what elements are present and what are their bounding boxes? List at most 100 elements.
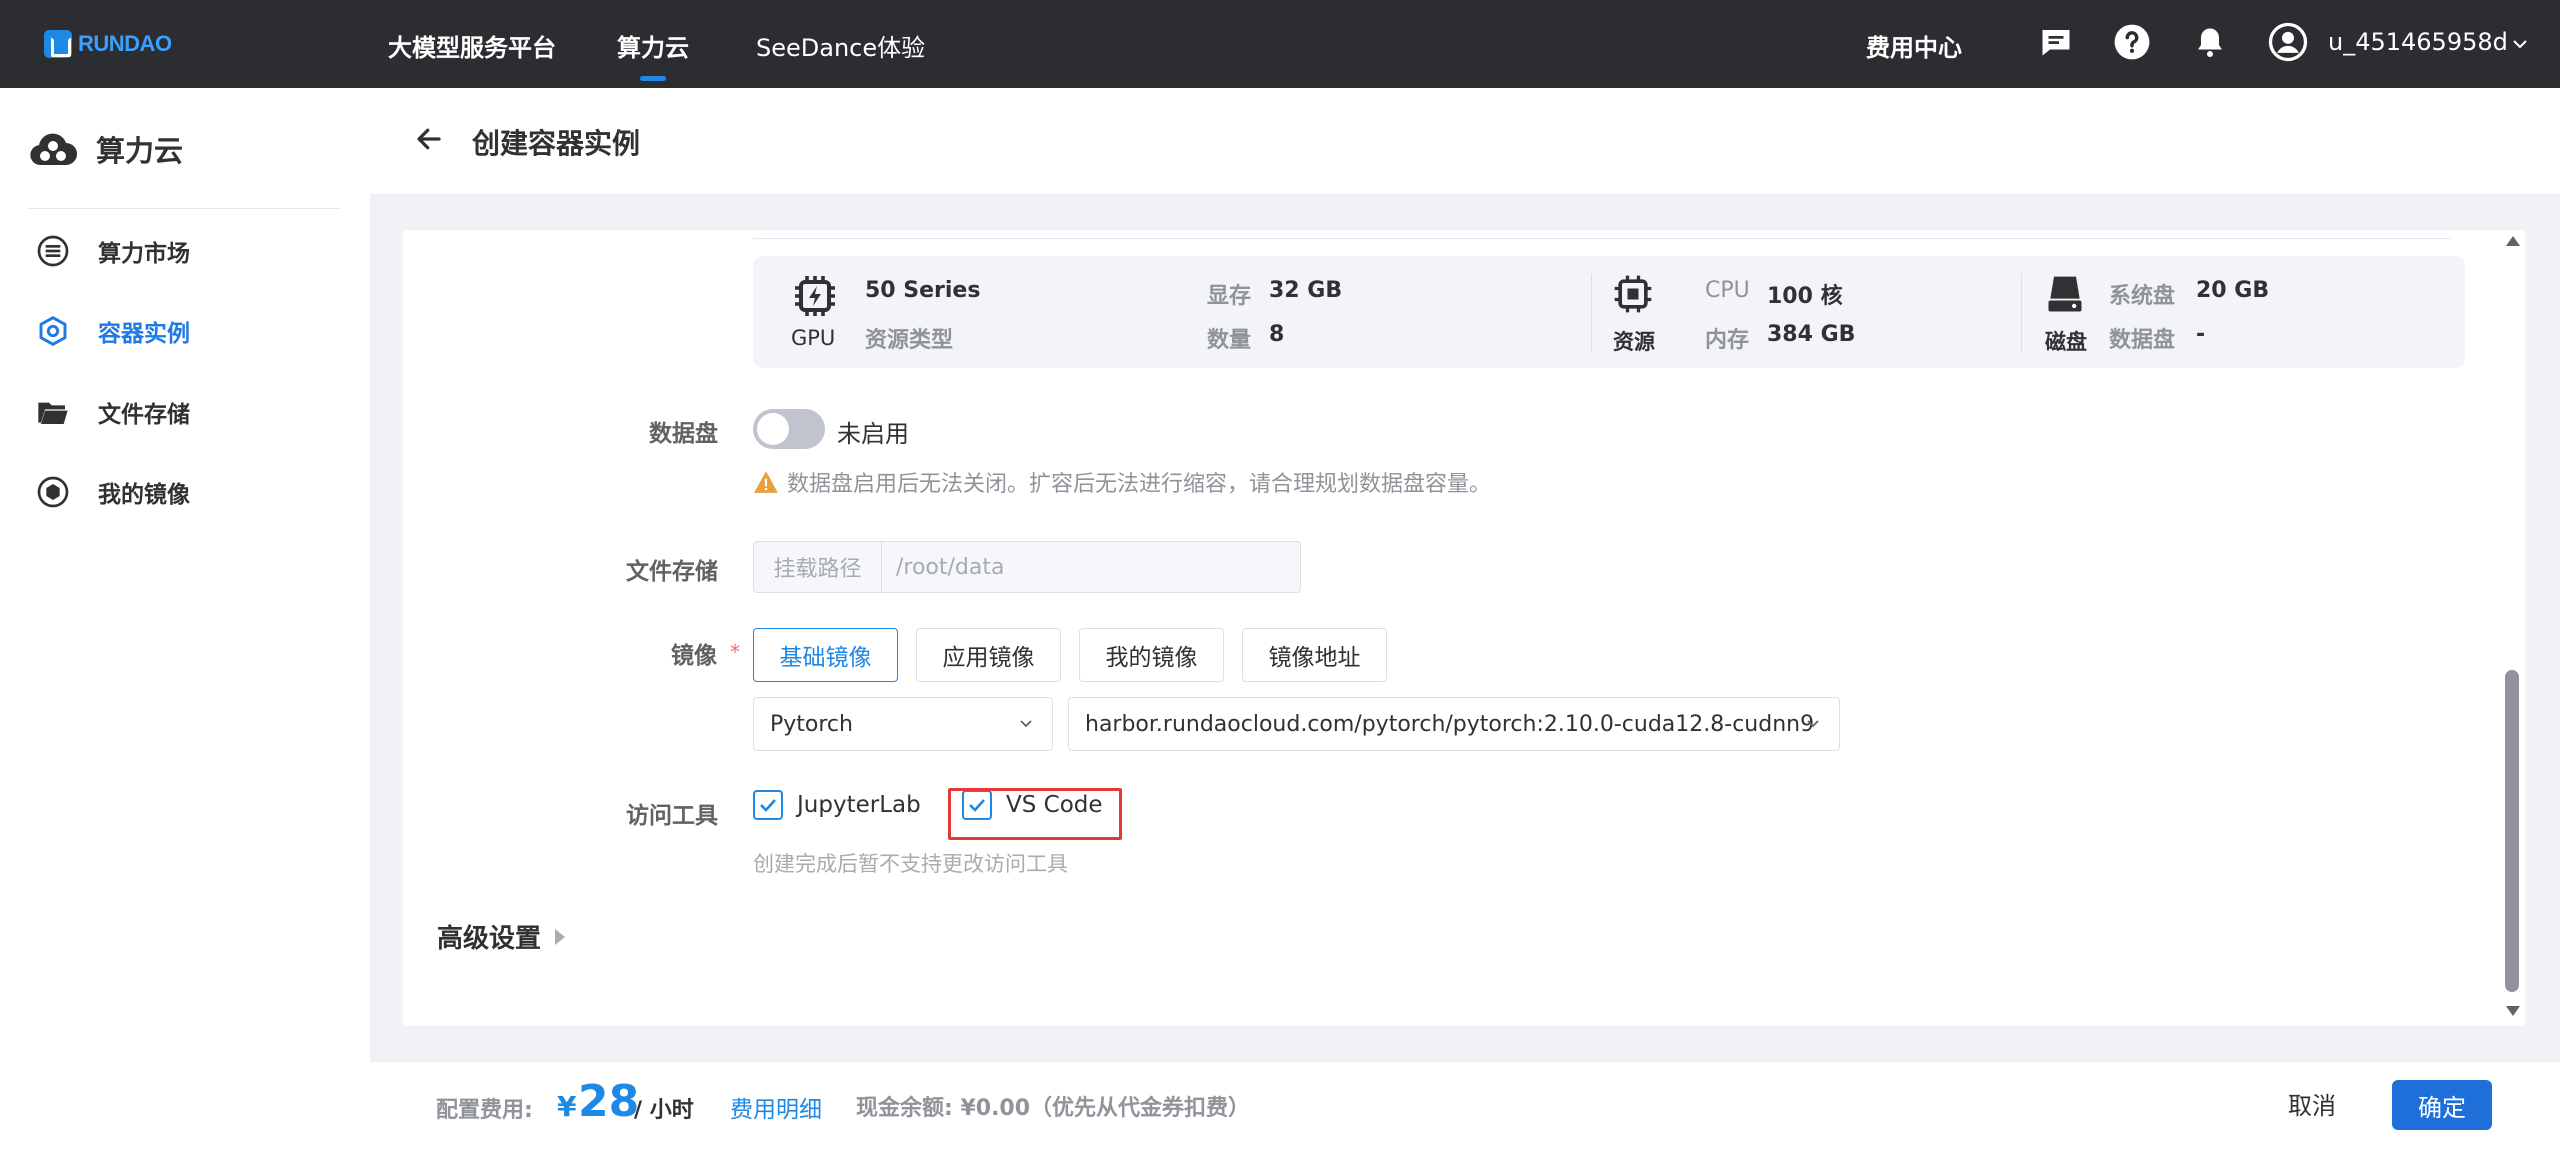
framework-select-value: Pytorch xyxy=(770,711,853,737)
user-avatar-icon[interactable] xyxy=(2268,22,2308,62)
data-disk-toggle-status: 未启用 xyxy=(837,420,909,448)
top-navigation-bar: RUNDAO 大模型服务平台 算力云 SeeDance体验 费用中心 u_451… xyxy=(0,0,2560,88)
help-icon[interactable] xyxy=(2112,22,2152,62)
memory-value: 384 GB xyxy=(1767,322,1856,347)
sidebar-item-file-storage[interactable]: 文件存储 xyxy=(36,390,190,434)
scroll-up-arrow-icon[interactable] xyxy=(2506,236,2520,246)
data-disk-label: 数据盘 xyxy=(649,421,718,447)
confirm-button[interactable]: 确定 xyxy=(2392,1080,2492,1130)
sidebar-title: 算力云 xyxy=(96,134,184,168)
compute-icon xyxy=(1614,275,1652,313)
compute-icon-label: 资源 xyxy=(1613,330,1655,354)
sidebar-header: 算力云 xyxy=(28,128,183,170)
file-storage-label: 文件存储 xyxy=(626,559,718,585)
warning-icon xyxy=(754,471,778,493)
system-disk-value: 20 GB xyxy=(2196,278,2270,303)
advanced-settings-label: 高级设置 xyxy=(437,924,542,954)
username[interactable]: u_451465958d xyxy=(2328,28,2508,56)
scroll-down-arrow-icon[interactable] xyxy=(2506,1006,2520,1016)
access-tools-label: 访问工具 xyxy=(626,803,718,829)
jupyterlab-checkbox[interactable]: JupyterLab xyxy=(753,790,921,820)
resource-summary: GPU 50 Series 资源类型 显存 32 GB 数量 8 资源 CPU … xyxy=(753,256,2465,368)
image-label: 镜像 xyxy=(671,643,717,669)
divider xyxy=(2021,274,2022,352)
sidebar-item-label: 算力市场 xyxy=(98,241,190,267)
nav-compute-cloud[interactable]: 算力云 xyxy=(617,28,689,81)
image-icon xyxy=(36,475,70,509)
gpu-count-value: 8 xyxy=(1269,322,1285,347)
fee-unit: / 小时 xyxy=(634,1098,694,1123)
mount-path-value: /root/data xyxy=(896,554,1005,580)
cpu-label: CPU xyxy=(1705,278,1750,303)
mount-path-prefix: 挂载路径 xyxy=(754,542,882,592)
bell-icon[interactable] xyxy=(2190,22,2230,62)
rundao-logo[interactable]: RUNDAO xyxy=(44,28,172,60)
sidebar-item-label: 文件存储 xyxy=(98,402,190,428)
resource-type-label: 资源类型 xyxy=(865,328,954,353)
page-title: 创建容器实例 xyxy=(472,127,641,160)
checkmark-icon xyxy=(760,799,776,812)
fee-label: 配置费用: xyxy=(436,1098,533,1123)
create-instance-form: GPU 50 Series 资源类型 显存 32 GB 数量 8 资源 CPU … xyxy=(403,230,2525,1026)
sidebar-item-container[interactable]: 容器实例 xyxy=(36,309,190,353)
disk-icon-label: 磁盘 xyxy=(2045,330,2087,354)
scroll-thumb[interactable] xyxy=(2505,670,2519,992)
tab-base-image[interactable]: 基础镜像 xyxy=(753,628,898,682)
billing-center-link[interactable]: 费用中心 xyxy=(1866,28,1962,63)
sidebar-divider xyxy=(28,208,340,209)
checkbox[interactable] xyxy=(753,790,783,820)
page-header: 创建容器实例 xyxy=(370,88,2560,194)
message-icon[interactable] xyxy=(2036,22,2076,62)
framework-select[interactable]: Pytorch xyxy=(753,697,1053,751)
container-icon xyxy=(36,314,70,348)
tab-image-address[interactable]: 镜像地址 xyxy=(1242,628,1387,682)
sidebar: 算力云 算力市场 容器实例 文件存储 我的镜像 xyxy=(0,88,370,1149)
vram-value: 32 GB xyxy=(1269,278,1343,303)
advanced-settings-toggle[interactable]: 高级设置 xyxy=(437,918,566,955)
sidebar-item-label: 我的镜像 xyxy=(98,482,190,508)
fee-currency: ¥ xyxy=(557,1090,577,1123)
access-tools-hint: 创建完成后暂不支持更改访问工具 xyxy=(753,852,1068,876)
logo-icon xyxy=(44,30,72,58)
sidebar-item-label: 容器实例 xyxy=(98,321,190,347)
gpu-icon xyxy=(795,276,835,316)
divider xyxy=(753,238,2451,239)
warning-text: 数据盘启用后无法关闭。扩容后无法进行缩容，请合理规划数据盘容量。 xyxy=(787,472,1492,497)
disk-icon xyxy=(2048,276,2082,312)
cancel-button[interactable]: 取消 xyxy=(2288,1086,2336,1121)
logo-text: RUNDAO xyxy=(78,31,172,56)
jupyterlab-label: JupyterLab xyxy=(797,792,921,818)
chevron-down-icon xyxy=(1020,720,1032,728)
sidebar-item-my-images[interactable]: 我的镜像 xyxy=(36,470,190,514)
data-disk-warning: 数据盘启用后无法关闭。扩容后无法进行缩容，请合理规划数据盘容量。 xyxy=(753,466,1491,498)
cloud-icon xyxy=(30,133,77,165)
tab-my-image[interactable]: 我的镜像 xyxy=(1079,628,1224,682)
fee-amount: 28 xyxy=(578,1076,640,1127)
tab-app-image[interactable]: 应用镜像 xyxy=(916,628,1061,682)
cpu-value: 100 核 xyxy=(1767,284,1843,309)
chevron-down-icon xyxy=(1807,720,1819,728)
nav-llm-platform[interactable]: 大模型服务平台 xyxy=(388,28,556,63)
required-mark: * xyxy=(730,640,740,664)
chevron-down-icon[interactable] xyxy=(2512,38,2528,50)
gpu-series: 50 Series xyxy=(865,278,981,303)
mount-path-input: 挂载路径 /root/data xyxy=(753,541,1301,593)
form-scrollbar[interactable] xyxy=(2501,230,2523,1026)
divider xyxy=(1591,274,1592,352)
system-disk-label: 系统盘 xyxy=(2109,284,2176,309)
back-arrow-icon[interactable] xyxy=(414,124,444,154)
vram-label: 显存 xyxy=(1207,284,1252,309)
data-disk-toggle[interactable] xyxy=(753,409,825,449)
image-address-select-value: harbor.rundaocloud.com/pytorch/pytorch:2… xyxy=(1085,711,1815,737)
data-disk-summary-label: 数据盘 xyxy=(2109,328,2176,353)
fee-detail-link[interactable]: 费用明细 xyxy=(730,1090,822,1124)
folder-icon xyxy=(36,395,70,429)
gpu-count-label: 数量 xyxy=(1207,328,1252,353)
data-disk-summary-value: - xyxy=(2196,322,2206,347)
sidebar-item-market[interactable]: 算力市场 xyxy=(36,229,190,273)
market-icon xyxy=(36,234,70,268)
image-address-select[interactable]: harbor.rundaocloud.com/pytorch/pytorch:2… xyxy=(1068,697,1840,751)
memory-label: 内存 xyxy=(1705,328,1750,353)
nav-seedance[interactable]: SeeDance体验 xyxy=(756,28,925,63)
cash-balance: 现金余额: ¥0.00（优先从代金券扣费） xyxy=(856,1096,1251,1121)
